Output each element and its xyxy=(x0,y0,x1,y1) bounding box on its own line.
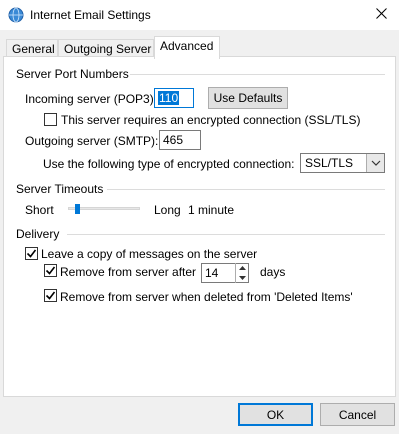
spin-down-icon[interactable] xyxy=(236,273,248,283)
leave-copy-checkbox[interactable] xyxy=(25,247,38,260)
group-divider xyxy=(107,189,385,190)
checkmark-icon xyxy=(45,291,56,300)
advanced-panel: Server Port Numbers Incoming server (POP… xyxy=(3,56,396,397)
checkmark-icon xyxy=(26,249,37,258)
days-value: 14 xyxy=(205,266,219,280)
chevron-down-icon xyxy=(366,154,384,172)
days-stepper[interactable]: 14 xyxy=(201,263,249,283)
timeout-slider-thumb[interactable] xyxy=(74,204,80,214)
checkmark-icon xyxy=(45,266,56,275)
ssl-required-label: This server requires an encrypted connec… xyxy=(61,113,361,127)
incoming-server-label: Incoming server (POP3): xyxy=(25,92,158,106)
days-spin-buttons[interactable] xyxy=(235,263,248,283)
encryption-type-select[interactable]: SSL/TLS xyxy=(300,153,385,173)
delivery-heading: Delivery xyxy=(16,227,60,241)
encryption-type-value: SSL/TLS xyxy=(305,156,354,170)
tab-advanced[interactable]: Advanced xyxy=(154,36,220,59)
timeout-value-label: 1 minute xyxy=(188,203,235,217)
timeout-short-label: Short xyxy=(25,203,54,217)
title-bar: Internet Email Settings xyxy=(0,0,399,30)
close-icon xyxy=(375,8,387,22)
outgoing-port-field[interactable]: 465 xyxy=(159,130,201,150)
days-unit-label: days xyxy=(260,265,286,279)
close-button[interactable] xyxy=(363,0,399,30)
window-title: Internet Email Settings xyxy=(30,8,151,22)
outgoing-server-label: Outgoing server (SMTP): xyxy=(25,134,159,148)
incoming-port-value: 110 xyxy=(158,91,180,105)
timeout-long-label: Long xyxy=(154,203,181,217)
remove-deleted-checkbox[interactable] xyxy=(44,289,57,302)
server-port-numbers-heading: Server Port Numbers xyxy=(16,67,129,81)
remove-after-label: Remove from server after xyxy=(60,265,197,279)
group-divider xyxy=(67,234,385,235)
incoming-port-field[interactable]: 110 xyxy=(154,88,194,108)
leave-copy-label: Leave a copy of messages on the server xyxy=(41,247,258,261)
use-defaults-button[interactable]: Use Defaults xyxy=(208,87,288,109)
spin-up-icon[interactable] xyxy=(236,263,248,273)
group-divider xyxy=(130,74,385,75)
encryption-type-label: Use the following type of encrypted conn… xyxy=(43,157,295,171)
ok-button[interactable]: OK xyxy=(238,403,313,426)
cancel-button[interactable]: Cancel xyxy=(320,403,395,426)
tab-strip: General Outgoing Server Advanced xyxy=(0,30,399,59)
server-timeouts-heading: Server Timeouts xyxy=(16,182,104,196)
ssl-required-checkbox[interactable] xyxy=(44,113,57,126)
remove-deleted-label: Remove from server when deleted from 'De… xyxy=(60,290,353,304)
globe-mail-icon xyxy=(8,7,24,23)
remove-after-checkbox[interactable] xyxy=(44,264,57,277)
